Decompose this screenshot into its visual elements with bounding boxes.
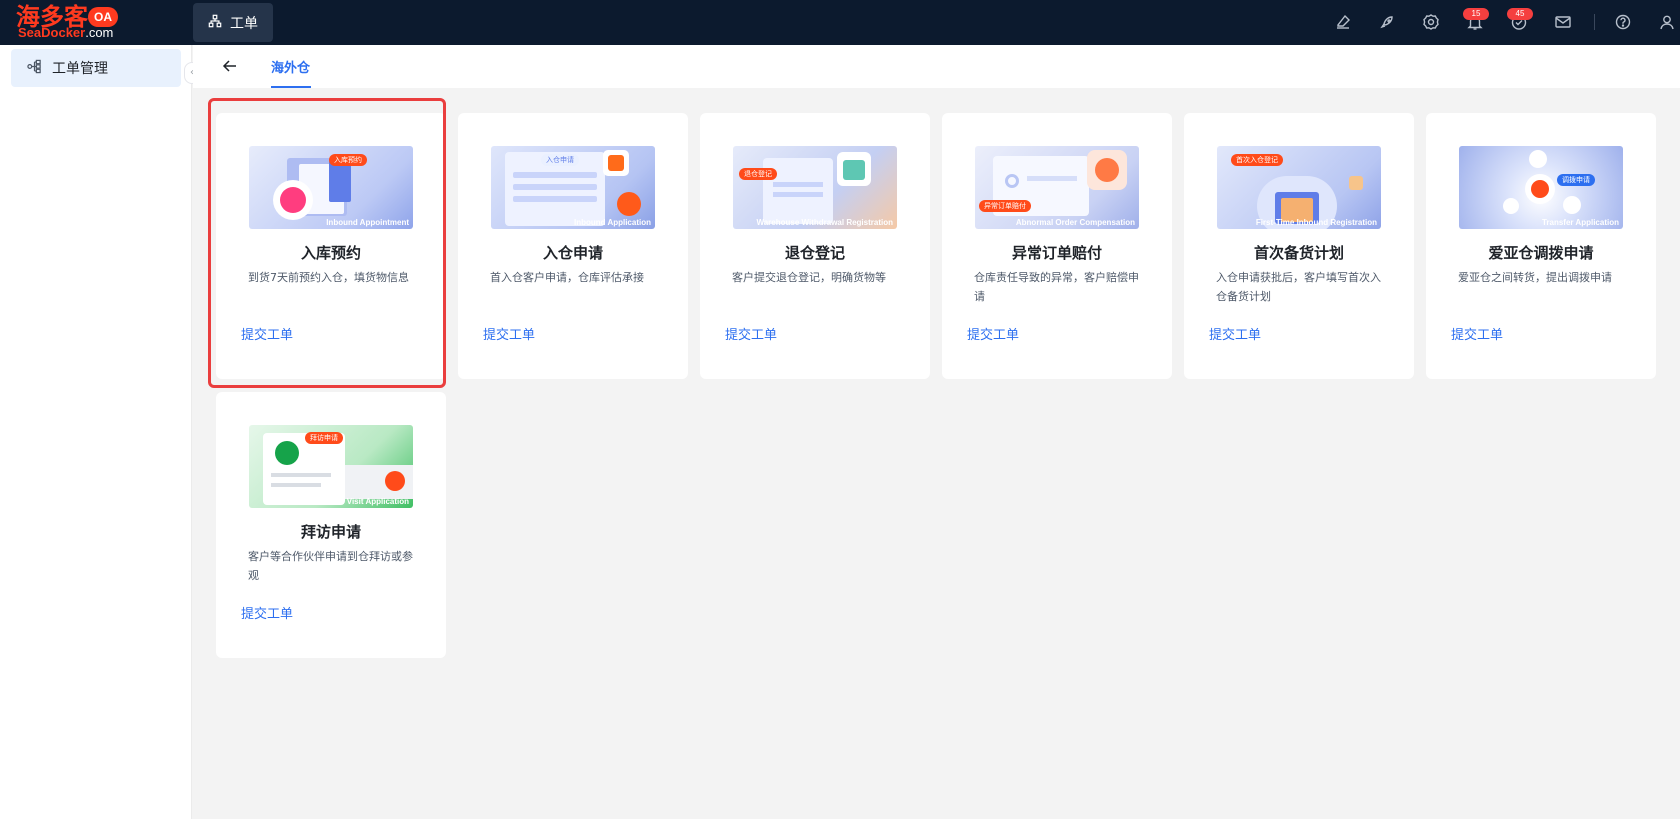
thumb-caption: Visit Application xyxy=(346,497,409,506)
card-first-stock-plan[interactable]: 首次入仓登记 First-Time Inbound Registration 首… xyxy=(1184,113,1414,379)
sidebar-item-workorder-management[interactable]: 工单管理 xyxy=(11,49,181,87)
submit-ticket-link[interactable]: 提交工单 xyxy=(241,603,293,622)
card-transfer-application[interactable]: 调拨申请 Transfer Application 爱亚仓调拨申请 爱亚仓之间转… xyxy=(1426,113,1656,379)
thumb-caption: Abnormal Order Compensation xyxy=(1015,218,1135,227)
settings-icon[interactable] xyxy=(1422,13,1440,31)
logo-oa-badge: OA xyxy=(88,7,118,27)
card-title: 爱亚仓调拨申请 xyxy=(1488,244,1594,262)
card-title: 拜访申请 xyxy=(300,523,361,541)
top-actions: 15 45 xyxy=(1210,0,1680,45)
help-icon[interactable] xyxy=(1614,13,1632,31)
check-circle-icon[interactable]: 45 xyxy=(1507,8,1533,31)
selection-highlight xyxy=(208,98,446,388)
submit-ticket-link[interactable]: 提交工单 xyxy=(967,324,1019,343)
sidebar: 工单管理 xyxy=(0,45,192,819)
card-description: 客户提交退仓登记，明确货物等 xyxy=(732,271,886,284)
thumb-caption: Transfer Application xyxy=(1541,218,1619,227)
thumb-tag: 退仓登记 xyxy=(739,168,777,180)
card-abnormal-order-compensation[interactable]: 异常订单赔付 Abnormal Order Compensation 异常订单赔… xyxy=(942,113,1172,379)
submit-ticket-link[interactable]: 提交工单 xyxy=(1209,324,1261,343)
visit-application-illustration: 拜访申请 Visit Application xyxy=(249,425,413,508)
share-nodes-icon xyxy=(27,59,42,78)
tab-workorder[interactable]: 工单 xyxy=(193,3,273,42)
tab-workorder-label: 工单 xyxy=(230,15,258,32)
logo-text-en: SeaDocker.com xyxy=(18,25,114,40)
thumb-caption: Warehouse Withdrawal Registration xyxy=(756,218,893,227)
card-description: 爱亚仓之间转货，提出调拨申请 xyxy=(1458,271,1612,284)
submit-ticket-link[interactable]: 提交工单 xyxy=(483,324,535,343)
sidebar-item-label: 工单管理 xyxy=(52,61,108,77)
top-bar: 海多客 SeaDocker.com OA 工单 15 45 xyxy=(0,0,1680,45)
user-icon[interactable] xyxy=(1658,13,1676,31)
broom-icon[interactable] xyxy=(1334,13,1352,31)
first-stock-plan-illustration: 首次入仓登记 First-Time Inbound Registration xyxy=(1217,146,1381,229)
mail-icon[interactable] xyxy=(1554,13,1572,31)
card-title: 异常订单赔付 xyxy=(1011,244,1102,262)
todo-badge: 45 xyxy=(1507,8,1533,20)
card-title: 入仓申请 xyxy=(542,244,603,262)
card-inbound-application[interactable]: 入仓申请 Inbound Application 入仓申请 首入仓客户申请，仓库… xyxy=(458,113,688,379)
sub-header: 海外仓 xyxy=(193,45,1680,88)
thumb-tag: 调拨申请 xyxy=(1557,174,1595,186)
abnormal-order-illustration: 异常订单赔付 Abnormal Order Compensation xyxy=(975,146,1139,229)
bell-badge: 15 xyxy=(1463,8,1489,20)
card-warehouse-withdrawal[interactable]: 退仓登记 Warehouse Withdrawal Registration 退… xyxy=(700,113,930,379)
card-description: 客户等合作伙伴申请到仓拜访或参观 xyxy=(248,550,413,582)
card-visit-application[interactable]: 拜访申请 Visit Application 拜访申请 客户等合作伙伴申请到仓拜… xyxy=(216,392,446,658)
logo[interactable]: 海多客 SeaDocker.com OA xyxy=(16,4,120,40)
card-description: 入仓申请获批后，客户填写首次入仓备货计划 xyxy=(1216,271,1381,303)
card-title: 首次备货计划 xyxy=(1253,244,1344,262)
bell-icon[interactable]: 15 xyxy=(1463,8,1489,31)
thumb-tag: 异常订单赔付 xyxy=(979,200,1031,212)
card-description: 仓库责任导致的异常，客户赔偿申请 xyxy=(974,271,1139,303)
thumb-tag: 首次入仓登记 xyxy=(1231,154,1283,166)
card-title: 退仓登记 xyxy=(784,244,845,262)
tab-overseas-warehouse[interactable]: 海外仓 xyxy=(271,57,310,76)
inbound-application-illustration: 入仓申请 Inbound Application xyxy=(491,146,655,229)
thumb-caption: First-Time Inbound Registration xyxy=(1255,218,1377,227)
warehouse-withdrawal-illustration: 退仓登记 Warehouse Withdrawal Registration xyxy=(733,146,897,229)
org-chart-icon xyxy=(208,14,222,32)
submit-ticket-link[interactable]: 提交工单 xyxy=(1451,324,1503,343)
back-arrow-icon[interactable] xyxy=(221,57,239,75)
card-description: 首入仓客户申请，仓库评估承接 xyxy=(490,271,644,284)
active-tab-indicator xyxy=(271,86,311,88)
submit-ticket-link[interactable]: 提交工单 xyxy=(725,324,777,343)
divider xyxy=(1594,14,1595,30)
thumb-tag: 拜访申请 xyxy=(305,432,343,444)
rocket-icon[interactable] xyxy=(1378,13,1396,31)
transfer-application-illustration: 调拨申请 Transfer Application xyxy=(1459,146,1623,229)
thumb-tag: 入仓申请 xyxy=(541,154,579,166)
thumb-caption: Inbound Application xyxy=(573,218,651,227)
